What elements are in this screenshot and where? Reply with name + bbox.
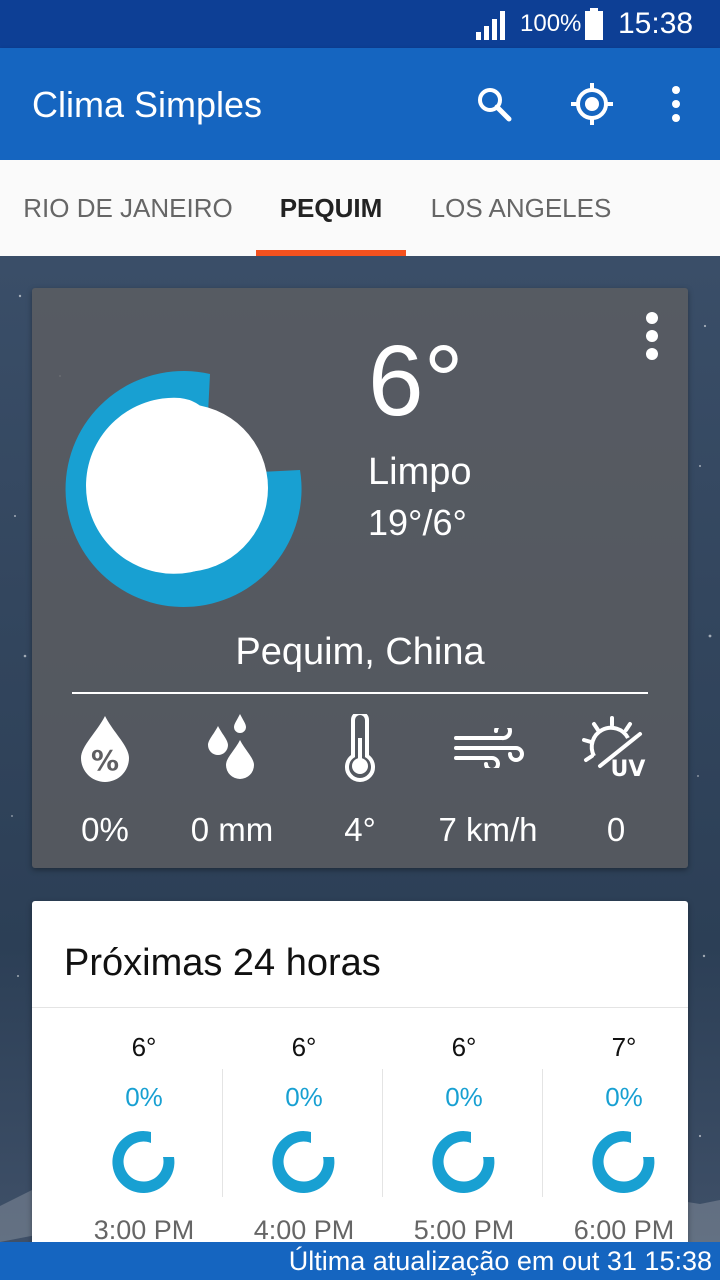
thermometer-icon (345, 714, 375, 782)
moon-icon (432, 1131, 495, 1194)
stat-feels-like: 4° (295, 712, 425, 850)
stat-value: 0% (81, 811, 129, 848)
divider (542, 1069, 543, 1197)
hourly-precip-prob: 0% (285, 1082, 323, 1112)
stat-value: 0 mm (190, 811, 274, 848)
wind-icon (454, 728, 524, 768)
signal-icon (476, 11, 505, 40)
tab-pequim[interactable]: PEQUIM (256, 160, 406, 256)
hourly-precip-prob: 0% (605, 1082, 643, 1112)
current-weather-card: 6° Limpo 19°/6° Pequim, China % 0% 0 mm (32, 288, 688, 868)
divider (222, 1069, 223, 1197)
svg-text:%: % (91, 744, 119, 777)
hourly-item[interactable]: 6° 0% 5:00 PM (384, 1031, 544, 1246)
stat-precipitation-probability: % 0% (40, 712, 170, 850)
moon-icon (272, 1131, 335, 1194)
tab-rio-de-janeiro[interactable]: RIO DE JANEIRO (0, 160, 256, 256)
hourly-title: Próximas 24 horas (64, 942, 381, 984)
tab-los-angeles[interactable]: LOS ANGELES (406, 160, 636, 256)
divider (32, 1007, 688, 1008)
app-bar: Clima Simples (0, 48, 720, 160)
hourly-item[interactable]: 6° 0% 3:00 PM (64, 1031, 224, 1246)
moon-icon (592, 1131, 655, 1194)
hourly-temp: 6° (291, 1032, 317, 1062)
current-temperature: 6° (368, 325, 464, 437)
hourly-forecast-card: Próximas 24 horas 6° 0% 3:00 PM 6° 0% 4:… (32, 901, 688, 1246)
stat-value: 7 km/h (438, 811, 538, 848)
search-icon (478, 88, 512, 122)
my-location-icon (571, 83, 613, 125)
stat-uv-index: UV 0 (551, 712, 681, 850)
stat-value: 4° (344, 811, 376, 848)
uv-index-icon: UV (582, 716, 646, 780)
app-title: Clima Simples (32, 84, 263, 125)
hourly-temp: 6° (451, 1032, 477, 1062)
my-location-button[interactable] (568, 80, 616, 128)
status-bar: 100% 15:38 (0, 0, 720, 48)
precipitation-amount-icon (208, 714, 254, 779)
last-update-bar: Última atualização em out 31 15:38 (0, 1242, 720, 1280)
overflow-menu-icon (646, 312, 658, 360)
status-clock: 15:38 (618, 7, 694, 40)
clear-night-moon-icon (65, 370, 302, 607)
precipitation-probability-icon: % (81, 716, 129, 782)
current-condition: Limpo (368, 451, 472, 493)
search-button[interactable] (470, 80, 518, 128)
overflow-menu-button[interactable] (652, 80, 700, 128)
moon-icon (112, 1131, 175, 1194)
hourly-temp: 7° (611, 1032, 637, 1062)
location-name: Pequim, China (235, 631, 485, 673)
svg-text:UV: UV (611, 757, 646, 780)
divider (382, 1069, 383, 1197)
city-tabs: RIO DE JANEIRO PEQUIM LOS ANGELES (0, 160, 720, 256)
last-update-text: Última atualização em out 31 15:38 (288, 1246, 712, 1276)
temperature-range: 19°/6° (368, 502, 467, 543)
stat-precipitation-amount: 0 mm (167, 712, 297, 850)
card-menu-button[interactable] (632, 306, 672, 366)
overflow-menu-icon (672, 86, 680, 122)
divider (72, 692, 648, 694)
stat-wind: 7 km/h (423, 712, 553, 850)
hourly-item[interactable]: 6° 0% 4:00 PM (224, 1031, 384, 1246)
battery-icon (585, 8, 603, 40)
stat-value: 0 (606, 811, 626, 848)
hourly-item[interactable]: 7° 0% 6:00 PM (544, 1031, 688, 1246)
battery-percent: 100% (520, 10, 582, 37)
hourly-temp: 6° (131, 1032, 157, 1062)
hourly-precip-prob: 0% (125, 1082, 163, 1112)
hourly-precip-prob: 0% (445, 1082, 483, 1112)
